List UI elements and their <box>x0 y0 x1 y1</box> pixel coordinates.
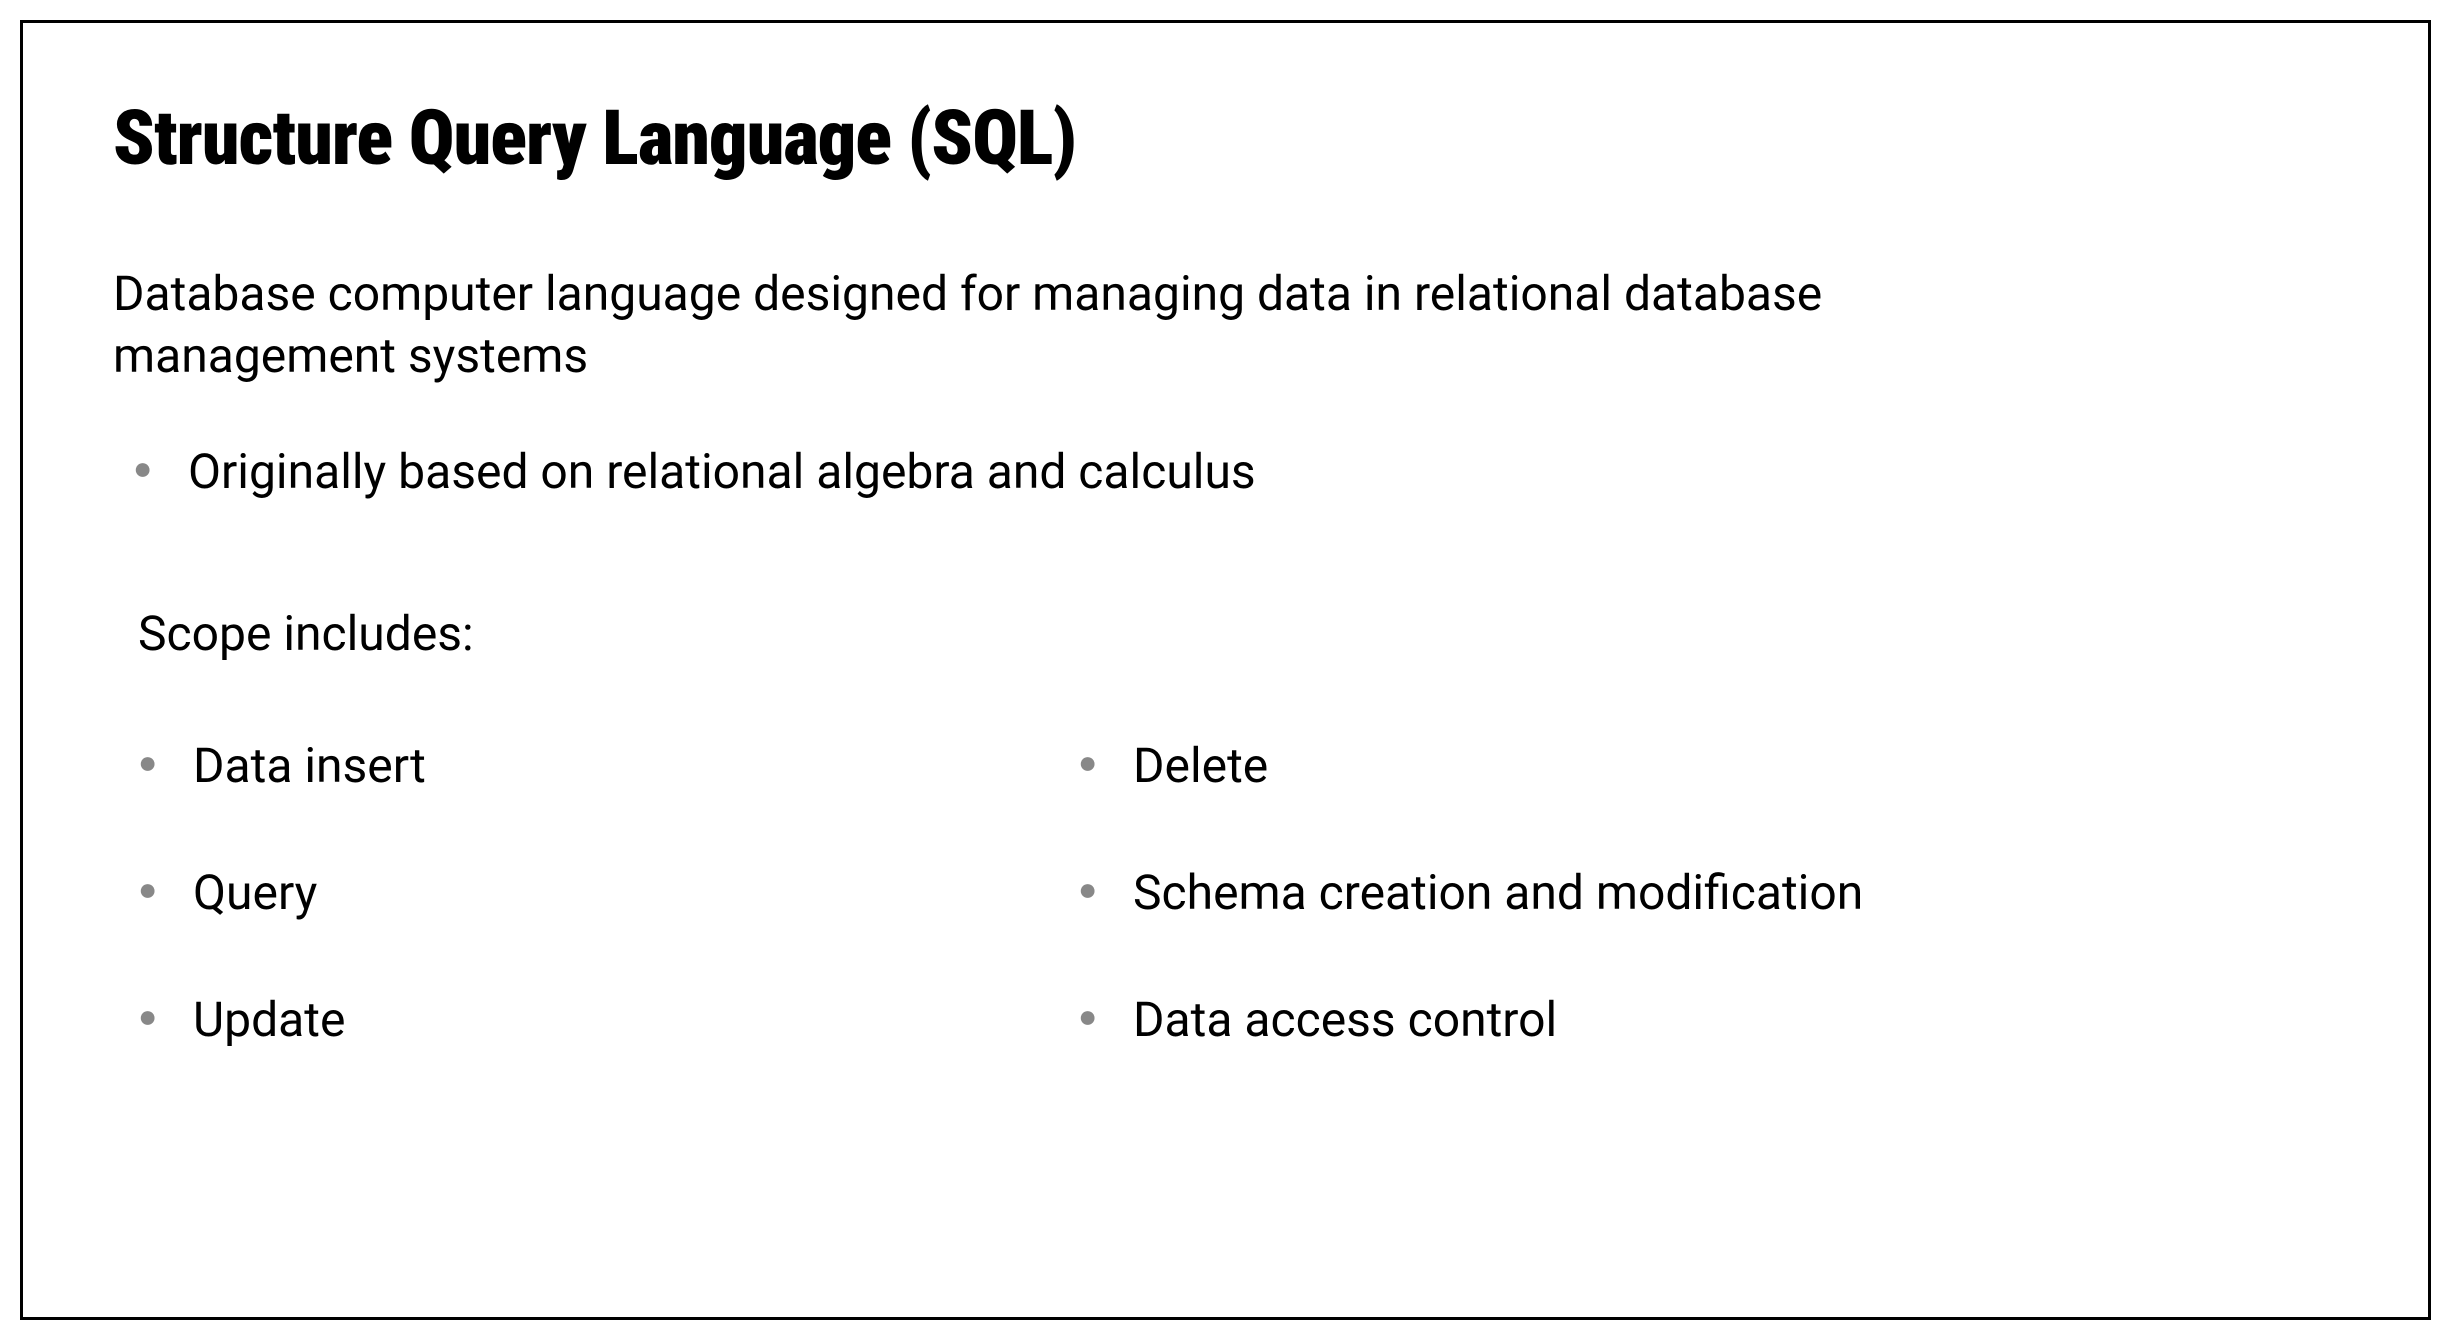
two-column-layout: Data insert Query Update Delete Schema c… <box>138 732 2338 1114</box>
list-item: Data access control <box>1078 986 2338 1053</box>
left-column: Data insert Query Update <box>138 732 1078 1114</box>
list-item: Query <box>138 859 1078 926</box>
scope-list-right: Delete Schema creation and modification … <box>1078 732 2338 1054</box>
scope-list-left: Data insert Query Update <box>138 732 1078 1054</box>
list-item: Update <box>138 986 1078 1053</box>
list-item: Originally based on relational algebra a… <box>133 438 2338 505</box>
intro-bullet-list: Originally based on relational algebra a… <box>113 438 2338 505</box>
list-item: Delete <box>1078 732 2338 799</box>
scope-section: Scope includes: Data insert Query Update… <box>113 605 2338 1114</box>
right-column: Delete Schema creation and modification … <box>1078 732 2338 1114</box>
scope-heading: Scope includes: <box>138 605 2338 662</box>
slide-title: Structure Query Language (SQL) <box>113 93 2338 183</box>
list-item: Schema creation and modification <box>1078 859 2338 926</box>
slide-container: Structure Query Language (SQL) Database … <box>20 20 2431 1320</box>
list-item: Data insert <box>138 732 1078 799</box>
intro-text: Database computer language designed for … <box>113 263 2013 388</box>
